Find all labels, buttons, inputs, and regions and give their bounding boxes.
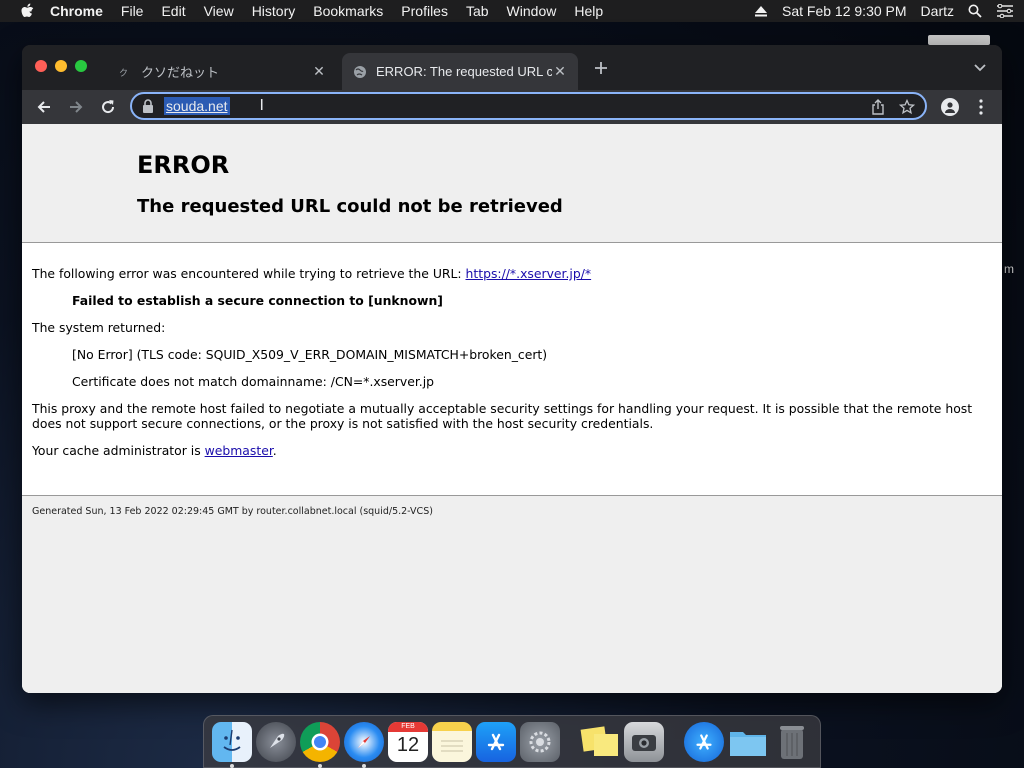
admin-suffix: . bbox=[272, 443, 277, 458]
kuso-favicon-icon: ク bbox=[117, 64, 133, 80]
menu-chrome[interactable]: Chrome bbox=[50, 3, 103, 19]
error-body: The following error was encountered whil… bbox=[22, 243, 1002, 495]
safari-compass-icon[interactable] bbox=[344, 721, 384, 768]
tab-title: クソだねット bbox=[141, 65, 220, 80]
calendar-icon[interactable]: FEB 12 bbox=[388, 721, 428, 762]
apple-icon[interactable] bbox=[20, 3, 34, 19]
svg-text:ク: ク bbox=[119, 68, 128, 78]
desktop-file-icon[interactable] bbox=[928, 35, 990, 45]
running-indicator bbox=[362, 763, 366, 768]
running-indicator bbox=[318, 763, 322, 768]
url-text[interactable]: souda.net bbox=[164, 97, 230, 115]
certificate-error: Certificate does not match domainname: /… bbox=[72, 374, 435, 389]
page-content: ERROR The requested URL could not be ret… bbox=[22, 124, 1002, 693]
error-header: ERROR The requested URL could not be ret… bbox=[22, 124, 1002, 243]
requested-url-link[interactable]: https://*.xserver.jp/* bbox=[466, 266, 592, 281]
menu-file[interactable]: File bbox=[121, 3, 144, 19]
tab-title: ERROR: The requested URL co bbox=[376, 64, 552, 79]
tab-close-icon[interactable]: ✕ bbox=[311, 63, 327, 80]
menu-bookmarks[interactable]: Bookmarks bbox=[313, 3, 383, 19]
error-intro: The following error was encountered whil… bbox=[32, 266, 992, 281]
error-explanation: This proxy and the remote host failed to… bbox=[32, 401, 973, 431]
menu-help[interactable]: Help bbox=[574, 3, 603, 19]
lock-icon[interactable] bbox=[142, 99, 154, 113]
tab-search-chevron-down-icon[interactable] bbox=[974, 63, 986, 73]
page-title: ERROR bbox=[137, 151, 230, 179]
menubar-user[interactable]: Dartz bbox=[921, 3, 954, 19]
browser-toolbar: souda.net I bbox=[22, 90, 1002, 124]
menu-tab[interactable]: Tab bbox=[466, 3, 489, 19]
notes-icon[interactable] bbox=[432, 721, 472, 762]
window-controls bbox=[35, 60, 87, 72]
admin-prefix: Your cache administrator is bbox=[32, 443, 205, 458]
share-icon[interactable] bbox=[871, 99, 885, 115]
webmaster-link[interactable]: webmaster bbox=[205, 443, 273, 458]
profile-avatar-icon[interactable] bbox=[941, 98, 959, 116]
page-subtitle: The requested URL could not be retrieved bbox=[137, 196, 563, 217]
globe-icon bbox=[352, 64, 368, 80]
tab-error[interactable]: ERROR: The requested URL co ✕ bbox=[342, 53, 578, 90]
calendar-day: 12 bbox=[396, 733, 420, 756]
stickies-icon[interactable] bbox=[580, 722, 620, 762]
minimize-window-button[interactable] bbox=[55, 60, 67, 72]
trash-icon[interactable] bbox=[772, 722, 812, 762]
more-menu-icon[interactable] bbox=[978, 98, 984, 116]
error-footer: Generated Sun, 13 Feb 2022 02:29:45 GMT … bbox=[22, 495, 1002, 693]
folder-icon[interactable] bbox=[728, 722, 768, 762]
spotlight-search-icon[interactable] bbox=[968, 4, 982, 18]
tab-kuso[interactable]: ク クソだねット ✕ bbox=[107, 53, 337, 90]
launchpad-rocket-icon[interactable] bbox=[256, 721, 296, 762]
app-store-icon[interactable] bbox=[476, 721, 516, 762]
tab-close-icon[interactable]: ✕ bbox=[552, 63, 568, 80]
chrome-icon[interactable] bbox=[300, 721, 340, 768]
menu-history[interactable]: History bbox=[252, 3, 296, 19]
admin-line: Your cache administrator is webmaster. bbox=[32, 443, 992, 458]
running-indicator bbox=[230, 763, 234, 768]
new-tab-plus-icon[interactable] bbox=[593, 60, 609, 76]
chrome-window: ク クソだねット ✕ ERROR: The requested URL co ✕… bbox=[22, 45, 1002, 693]
eject-icon[interactable] bbox=[754, 5, 768, 17]
menu-window[interactable]: Window bbox=[507, 3, 557, 19]
back-arrow-icon[interactable] bbox=[35, 98, 53, 116]
menu-bar: Chrome File Edit View History Bookmarks … bbox=[0, 0, 1024, 22]
forward-arrow-icon[interactable] bbox=[67, 98, 85, 116]
system-preferences-gear-icon[interactable] bbox=[520, 721, 560, 762]
error-intro-text: The following error was encountered whil… bbox=[32, 266, 466, 281]
text-cursor-icon: I bbox=[259, 97, 264, 114]
tls-error-code: [No Error] (TLS code: SQUID_X509_V_ERR_D… bbox=[72, 347, 548, 362]
close-window-button[interactable] bbox=[35, 60, 47, 72]
system-returned-label: The system returned: bbox=[32, 320, 166, 335]
screenshot-camera-icon[interactable] bbox=[624, 721, 664, 762]
control-center-icon[interactable] bbox=[996, 4, 1014, 18]
failure-message: Failed to establish a secure connection … bbox=[72, 293, 443, 308]
reload-icon[interactable] bbox=[99, 98, 117, 116]
dock: FEB 12 bbox=[203, 715, 821, 768]
menu-view[interactable]: View bbox=[204, 3, 234, 19]
menubar-clock[interactable]: Sat Feb 12 9:30 PM bbox=[782, 3, 907, 19]
calendar-month: FEB bbox=[388, 721, 428, 732]
tab-strip: ク クソだねット ✕ ERROR: The requested URL co ✕ bbox=[22, 45, 1002, 90]
address-bar[interactable]: souda.net I bbox=[130, 92, 927, 120]
finder-icon[interactable] bbox=[212, 721, 252, 768]
generated-footer-text: Generated Sun, 13 Feb 2022 02:29:45 GMT … bbox=[32, 506, 433, 517]
menu-profiles[interactable]: Profiles bbox=[401, 3, 448, 19]
desktop-label: m bbox=[1004, 262, 1014, 276]
bookmark-star-icon[interactable] bbox=[899, 99, 915, 115]
zoom-window-button[interactable] bbox=[75, 60, 87, 72]
app-store-folder-icon[interactable] bbox=[684, 721, 724, 762]
menu-edit[interactable]: Edit bbox=[161, 3, 185, 19]
